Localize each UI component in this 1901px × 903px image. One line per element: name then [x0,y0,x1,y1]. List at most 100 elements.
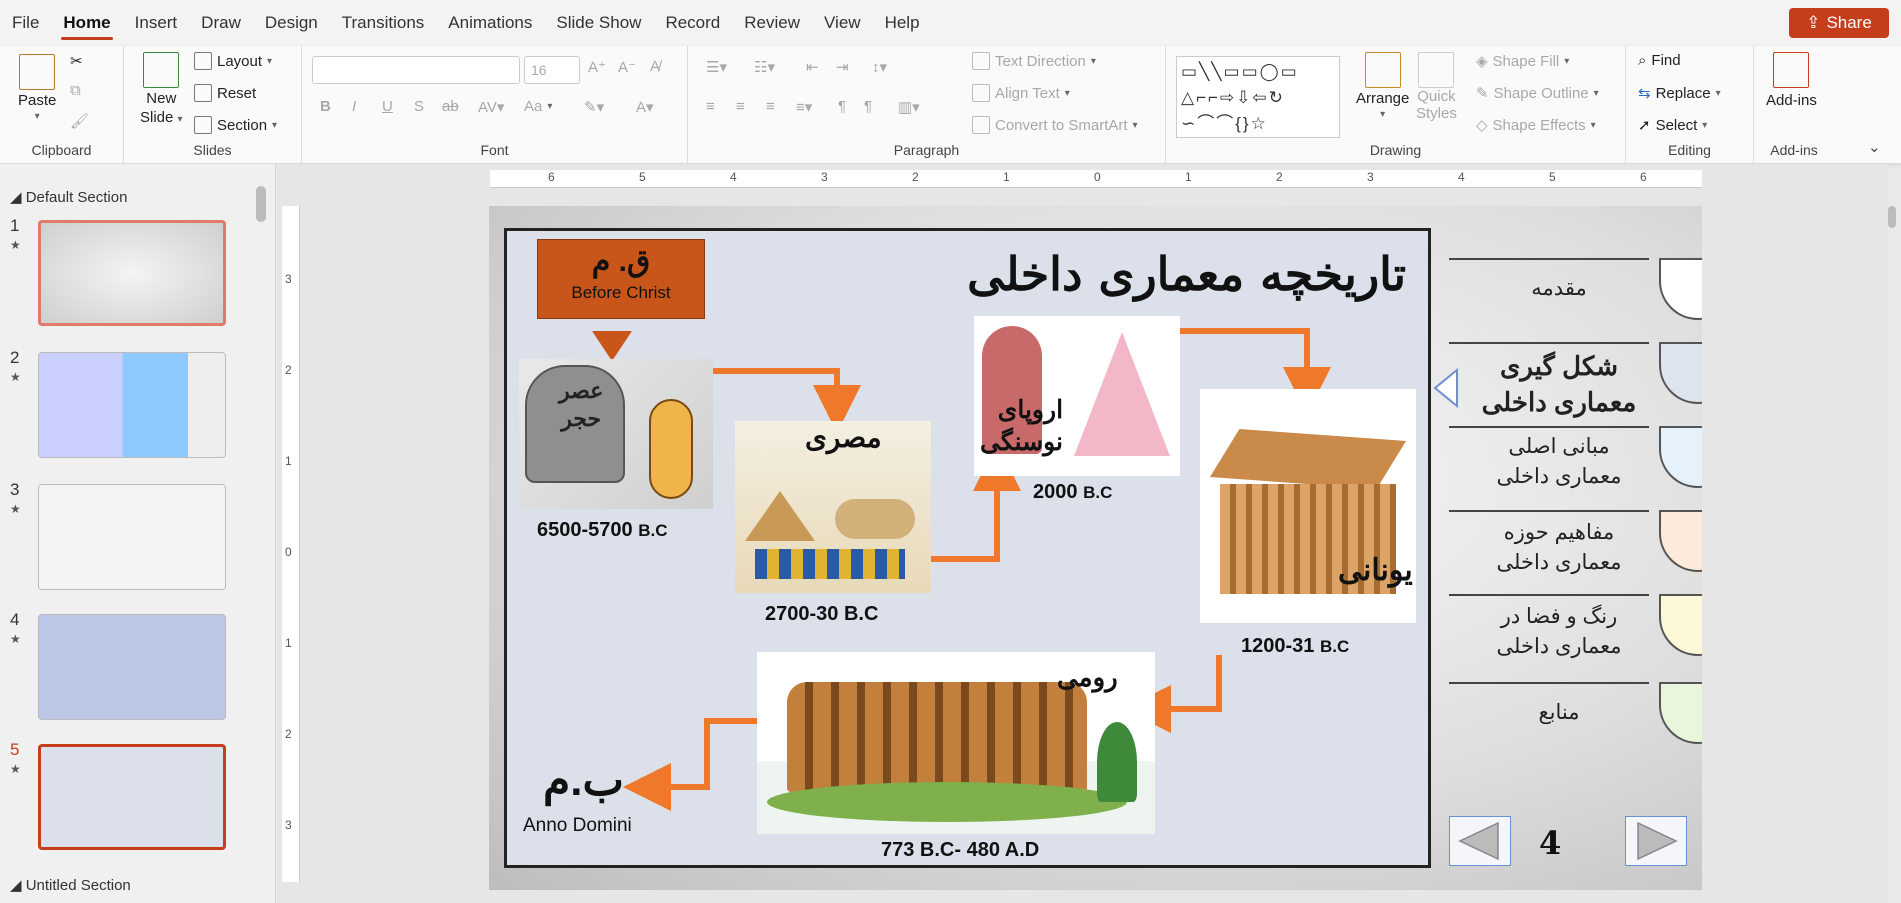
rtl-icon[interactable]: ¶ [864,98,872,115]
prev-slide-button[interactable] [1449,816,1511,866]
section-button[interactable]: Section ▾ [194,116,277,134]
slide-thumbnail-3[interactable] [38,484,226,590]
tab-home[interactable]: Home [51,0,122,46]
layout-button[interactable]: Layout ▾ [194,52,272,70]
slide-thumbnail-5[interactable] [38,744,226,850]
columns-icon[interactable]: ▥▾ [898,98,920,116]
ruler-tick: 5 [1549,170,1556,184]
colosseum-image[interactable]: رومی [757,652,1155,834]
new-slide-button[interactable]: New Slide ▾ [140,52,183,126]
bc-suffix: B.C [638,521,668,540]
tab-slide-show[interactable]: Slide Show [544,0,653,46]
shape-outline-button[interactable]: ✎ Shape Outline ▾ [1476,84,1599,103]
section-default-label: Default Section [25,189,128,206]
nav-tab-intro[interactable] [1659,258,1702,320]
before-christ-box[interactable]: ق. م Before Christ [537,239,705,319]
stone-age-image[interactable]: عصر حجر [519,359,713,509]
tab-review[interactable]: Review [732,0,812,46]
font-name-input[interactable] [312,56,520,84]
tab-record[interactable]: Record [653,0,732,46]
font-color-icon[interactable]: A▾ [636,98,654,116]
shape-effects-button[interactable]: ◇ Shape Effects ▾ [1476,116,1596,135]
next-slide-button[interactable] [1625,816,1687,866]
paste-button[interactable]: Paste ▾ [18,54,56,122]
change-case-button[interactable]: Aa ▾ [524,98,552,115]
slide-canvas[interactable]: تاریخچه معماری داخلی ق. م Before Christ … [489,206,1702,890]
ruler-tick: 2 [285,727,292,741]
shapes-gallery[interactable]: ▭╲╲▭▭◯▭ △⌐⌐⇨⇩⇦↻ ∽⌒⌒{}☆ [1176,56,1340,138]
select-button[interactable]: ➚ Select ▾ [1638,116,1707,135]
shape-fill-button[interactable]: ◈ Shape Fill ▾ [1476,52,1569,71]
egypt-image[interactable]: مصری [735,421,931,593]
quick-styles-button[interactable]: Quick Styles [1416,52,1457,122]
align-center-icon[interactable]: ≡ [736,98,745,115]
nav-tab-principles[interactable] [1659,426,1702,488]
nav-tab-color-space[interactable] [1659,594,1702,656]
decrease-indent-icon[interactable]: ⇤ [806,58,819,76]
thumbnail-scrollbar[interactable] [256,186,266,222]
neolithic-europe-label: اروپای نوسنگی [980,396,1064,456]
grow-font-icon[interactable]: A⁺ [588,58,606,76]
nav-tab-references[interactable] [1659,682,1702,744]
tab-draw[interactable]: Draw [189,0,253,46]
shadow-button[interactable]: S [414,98,424,115]
slide-thumbnail-1[interactable] [38,220,226,326]
tab-animations[interactable]: Animations [436,0,544,46]
menu-bar: File Home Insert Draw Design Transitions… [0,0,1901,46]
ad-english[interactable]: Anno Domini [523,815,632,837]
justify-icon[interactable]: ≡▾ [796,98,812,116]
editor-scrollbar[interactable] [1888,206,1896,228]
addins-button[interactable]: Add-ins [1766,52,1817,109]
nav-principles-label[interactable]: مبانی اصلی معماری داخلی [1464,432,1654,492]
nav-tab-formation[interactable] [1659,342,1702,404]
section-default[interactable]: ◢ Default Section [10,188,127,206]
reset-button[interactable]: Reset [194,84,256,102]
text-direction-button[interactable]: Text Direction ▾ [972,52,1096,70]
nav-formation-label[interactable]: شکل گیری معماری داخلی [1464,348,1654,420]
ad-persian[interactable]: ب.م [543,755,624,806]
nav-tab-concepts[interactable] [1659,510,1702,572]
align-left-icon[interactable]: ≡ [706,98,715,115]
slide-thumbnail-4[interactable] [38,614,226,720]
underline-button[interactable]: U [382,98,393,115]
numbering-icon[interactable]: ☷▾ [754,58,775,76]
tab-file[interactable]: File [0,0,51,46]
share-button[interactable]: ⇪ Share [1789,8,1889,38]
copy-icon[interactable]: ⧉ [70,82,81,99]
tab-view[interactable]: View [812,0,873,46]
nav-concepts-label[interactable]: مفاهیم حوزه معماری داخلی [1464,518,1654,578]
char-spacing-icon[interactable]: AV▾ [478,98,504,116]
tab-help[interactable]: Help [873,0,932,46]
align-right-icon[interactable]: ≡ [766,98,775,115]
section-untitled[interactable]: ◢ Untitled Section [10,876,131,894]
nav-color-space-label[interactable]: رنگ و فضا در معماری داخلی [1464,602,1654,662]
ltr-icon[interactable]: ¶ [838,98,846,115]
greek-date: 1200-31 B.C [1241,635,1349,658]
find-button[interactable]: ⌕ Find [1638,52,1681,69]
tab-design[interactable]: Design [253,0,330,46]
arrange-button[interactable]: Arrange ▾ [1356,52,1409,120]
format-painter-icon[interactable]: 🖌 [70,112,89,130]
nav-references-label[interactable]: منابع [1464,698,1654,728]
tab-transitions[interactable]: Transitions [330,0,437,46]
increase-indent-icon[interactable]: ⇥ [836,58,849,76]
convert-smartart-button[interactable]: Convert to SmartArt ▾ [972,116,1138,134]
highlight-icon[interactable]: ✎▾ [584,98,604,116]
tab-insert[interactable]: Insert [123,0,190,46]
replace-button[interactable]: ⇆ Replace ▾ [1638,84,1721,103]
slide-thumbnail-2[interactable] [38,352,226,458]
bullets-icon[interactable]: ☰▾ [706,58,727,76]
shrink-font-icon[interactable]: A⁻ [618,58,636,76]
align-text-button[interactable]: Align Text ▾ [972,84,1070,102]
nav-intro-label[interactable]: مقدمه [1464,274,1654,304]
collapse-ribbon-icon[interactable]: ⌄ [1868,138,1881,156]
font-size-input[interactable]: 16 [524,56,580,84]
cut-icon[interactable]: ✂ [70,52,83,70]
bold-button[interactable]: B [320,98,331,115]
strikethrough-button[interactable]: ab [442,98,459,115]
clear-format-icon[interactable]: A̸ [650,58,660,75]
italic-button[interactable]: I [352,98,356,115]
greek-temple-image[interactable]: یونانی [1200,389,1416,623]
line-spacing-icon[interactable]: ↕▾ [872,58,887,76]
neolithic-europe-image[interactable]: اروپای نوسنگی [974,316,1180,476]
